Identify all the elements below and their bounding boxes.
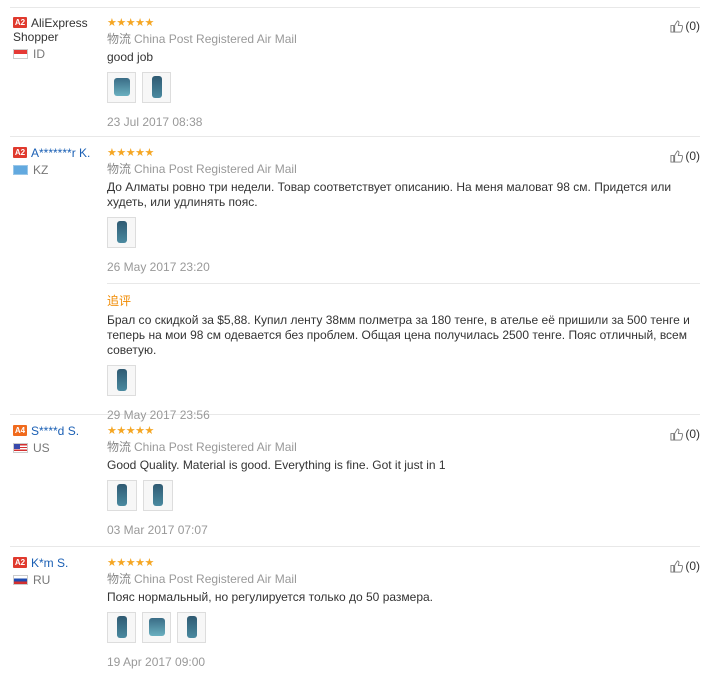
review-photos (107, 612, 700, 643)
followup-text: Брал со скидкой за $5,88. Купил ленту 38… (107, 313, 690, 357)
review-text: До Алматы ровно три недели. Товар соотве… (107, 180, 672, 209)
review-photo[interactable] (142, 612, 171, 643)
reviewer-name[interactable]: A2 A*******r K. (13, 146, 105, 160)
review-photo[interactable] (142, 72, 171, 103)
reviewer-name[interactable]: A2 AliExpress Shopper (13, 16, 105, 44)
helpful-button[interactable]: (0) (670, 427, 700, 441)
review-item: A2 AliExpress Shopper ID (0) ★★★★★ 物流 Chin… (10, 7, 700, 137)
reviewer-info: A2 K*m S. RU (13, 556, 105, 587)
reviewer-name[interactable]: A4 S****d S. (13, 424, 105, 438)
review-body: ★★★★★ 物流 China Post Registered Air Mail g… (107, 7, 700, 134)
review-photos (107, 72, 700, 103)
shipping-method: 物流 China Post Registered Air Mail (107, 440, 297, 454)
review-photos (107, 217, 700, 248)
helpful-button[interactable]: (0) (670, 19, 700, 33)
buyer-level-badge: A2 (13, 17, 27, 28)
flag-icon (13, 49, 28, 59)
reviewer-info: A2 AliExpress Shopper ID (13, 16, 105, 61)
feedback-list: A2 AliExpress Shopper ID (0) ★★★★★ 物流 Chin… (0, 0, 719, 678)
review-photo[interactable] (143, 480, 173, 511)
review-body: ★★★★★ 物流 China Post Registered Air Mail Д… (107, 137, 700, 427)
thumbs-up-icon (670, 559, 684, 573)
review-item: A2 K*m S. RU (0) ★★★★★ 物流 China Post Regis… (10, 547, 700, 678)
review-body: ★★★★★ 物流 China Post Registered Air Mail П… (107, 547, 700, 674)
review-date: 26 May 2017 23:20 (107, 260, 210, 274)
reviewer-name[interactable]: A2 K*m S. (13, 556, 105, 570)
review-date: 19 Apr 2017 09:00 (107, 655, 206, 669)
buyer-level-badge: A2 (13, 147, 27, 158)
shipping-method: 物流 China Post Registered Air Mail (107, 572, 297, 586)
review-photo[interactable] (107, 72, 136, 103)
helpful-count: (0) (685, 427, 700, 441)
reviewer-country: US (13, 441, 105, 455)
reviewer-info: A4 S****d S. US (13, 424, 105, 455)
rating-stars: ★★★★★ (107, 17, 154, 29)
thumbs-up-icon (670, 149, 684, 163)
review-photo[interactable] (107, 480, 137, 511)
shipping-method: 物流 China Post Registered Air Mail (107, 32, 297, 46)
flag-icon (13, 575, 28, 585)
review-photo[interactable] (107, 365, 136, 396)
review-photo[interactable] (107, 217, 136, 248)
flag-icon (13, 165, 28, 175)
review-photo[interactable] (177, 612, 206, 643)
helpful-button[interactable]: (0) (670, 149, 700, 163)
reviewer-info: A2 A*******r K. KZ (13, 146, 105, 177)
review-text: Пояс нормальный, но регулируется только … (107, 590, 434, 604)
review-date: 23 Jul 2017 08:38 (107, 115, 203, 129)
buyer-level-badge: A4 (13, 425, 27, 436)
review-body: ★★★★★ 物流 China Post Registered Air Mail G… (107, 415, 700, 542)
helpful-count: (0) (685, 149, 700, 163)
rating-stars: ★★★★★ (107, 557, 154, 569)
helpful-count: (0) (685, 559, 700, 573)
buyer-level-badge: A2 (13, 557, 27, 568)
followup-photos (107, 365, 700, 396)
followup-title: 追评 (107, 294, 132, 308)
review-item: A4 S****d S. US (0) ★★★★★ 物流 China Post Re… (10, 415, 700, 547)
thumbs-up-icon (670, 427, 684, 441)
rating-stars: ★★★★★ (107, 147, 154, 159)
reviewer-country: KZ (13, 163, 105, 177)
flag-icon (13, 443, 28, 453)
review-photos (107, 480, 700, 511)
rating-stars: ★★★★★ (107, 425, 154, 437)
review-item: A2 A*******r K. KZ (0) ★★★★★ 物流 China Post… (10, 137, 700, 422)
shipping-method: 物流 China Post Registered Air Mail (107, 162, 297, 176)
reviewer-country: RU (13, 573, 105, 587)
reviewer-country: ID (13, 47, 105, 61)
followup-review: 追评 Брал со скидкой за $5,88. Купил ленту… (107, 283, 700, 422)
helpful-count: (0) (685, 19, 700, 33)
helpful-button[interactable]: (0) (670, 559, 700, 573)
review-text: good job (107, 50, 154, 64)
review-text: Good Quality. Material is good. Everythi… (107, 458, 446, 472)
thumbs-up-icon (670, 19, 684, 33)
review-photo[interactable] (107, 612, 136, 643)
review-date: 03 Mar 2017 07:07 (107, 523, 208, 537)
